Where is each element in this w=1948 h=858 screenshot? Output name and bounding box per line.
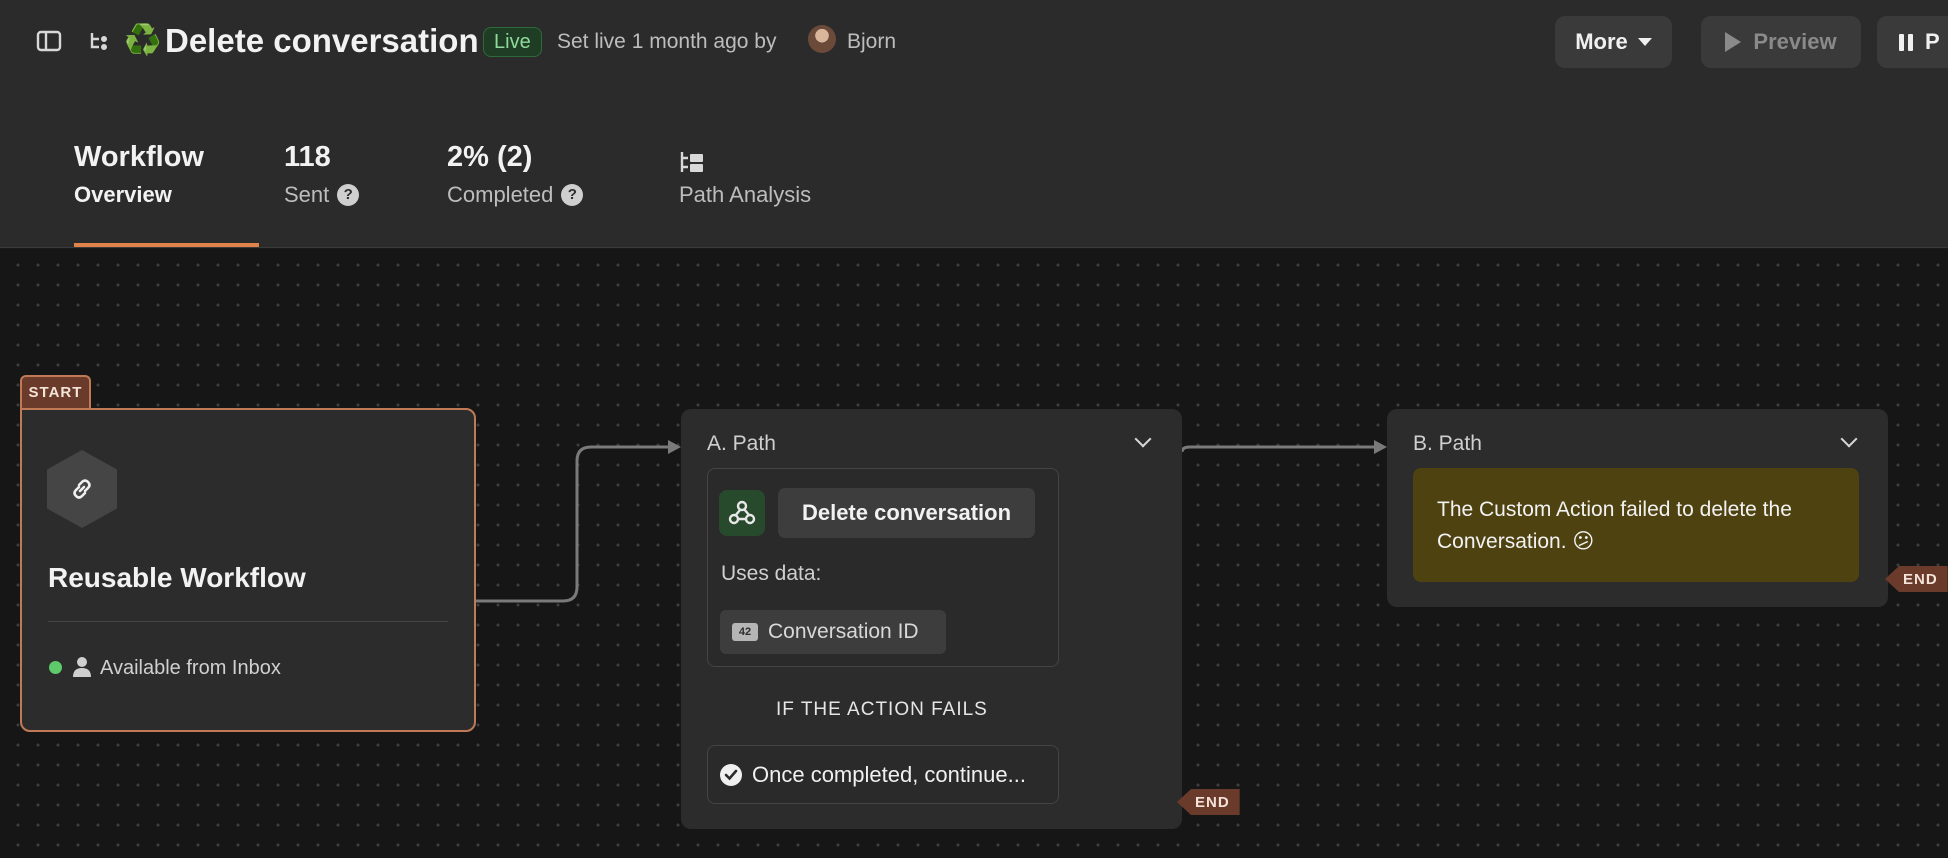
webhook-icon [719,490,765,536]
check-circle-icon [720,763,742,786]
divider [48,621,448,622]
message-block[interactable]: The Custom Action failed to delete the C… [1413,468,1859,582]
start-node-title: Reusable Workflow [48,562,306,593]
path-b-label: B. Path [1413,432,1482,455]
data-chip-label: Conversation ID [768,620,919,643]
start-tag: START [20,375,91,408]
conversation-id-chip[interactable]: 42 Conversation ID [720,610,946,654]
path-a-label: A. Path [707,432,776,455]
failure-branch-label: IF THE ACTION FAILS [776,699,988,720]
status-dot [49,661,62,674]
availability-text: Available from Inbox [100,657,281,679]
continue-step[interactable]: Once completed, continue... [707,745,1059,804]
number-attribute-icon: 42 [732,623,758,641]
continue-label: Once completed, continue... [752,761,1026,787]
person-icon [73,657,91,677]
uses-data-label: Uses data: [721,562,822,585]
delete-conversation-action[interactable]: Delete conversation [778,488,1035,538]
